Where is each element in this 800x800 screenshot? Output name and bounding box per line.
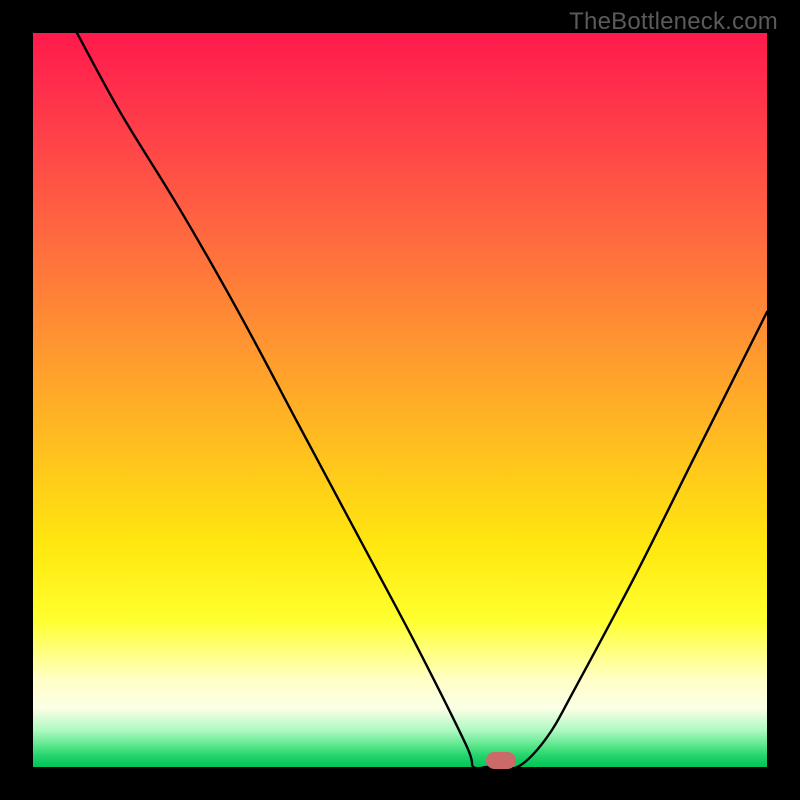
optimal-point-marker [486, 752, 516, 769]
plot-area [33, 33, 767, 767]
bottleneck-curve [33, 33, 767, 767]
attribution-watermark: TheBottleneck.com [569, 8, 778, 36]
chart-frame: TheBottleneck.com [0, 0, 800, 800]
